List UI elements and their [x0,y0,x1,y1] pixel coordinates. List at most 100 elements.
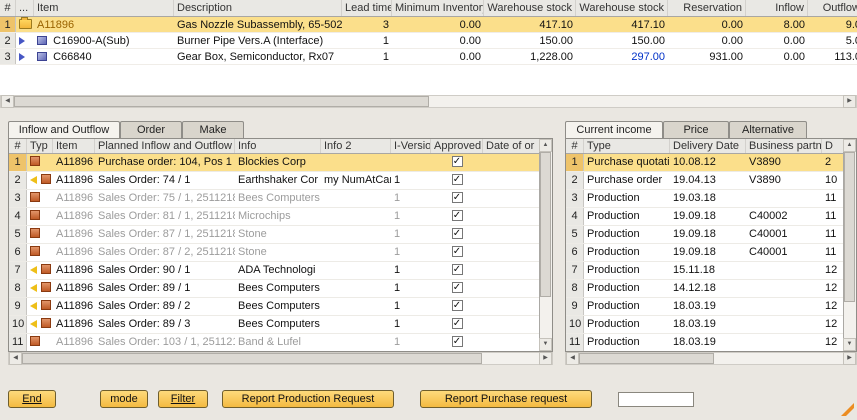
resize-grip-icon[interactable] [840,402,854,416]
inflow-outflow-row[interactable]: 1 A11896 Purchase order: 104, Pos 1 Bloc… [9,154,552,172]
check-icon: ✓ [453,319,462,328]
approved-checkbox[interactable]: ✓ [452,192,463,203]
delivery-date-cell: 19.04.13 [670,172,746,189]
approved-checkbox[interactable]: ✓ [452,174,463,185]
current-income-row[interactable]: 3 Production 19.03.18 11 [566,190,856,208]
scroll-right-button[interactable]: ▶ [843,95,856,108]
item-row[interactable]: 1 A11896 Gas Nozzle Subassembly, 65-5025… [0,17,857,33]
approved-checkbox[interactable]: ✓ [452,210,463,221]
check-icon: ✓ [453,265,462,274]
scroll-down-button[interactable]: ▼ [843,338,856,351]
tab-order[interactable]: Order [120,121,182,138]
current-income-row[interactable]: 9 Production 18.03.19 12 [566,298,856,316]
mode-button[interactable]: mode [100,390,148,408]
inflow-outflow-row[interactable]: 6 A11896 Sales Order: 87 / 2, 2511218 St… [9,244,552,262]
info2-cell [321,298,391,315]
inflow-outflow-row[interactable]: 8 A11896 Sales Order: 89 / 1 Bees Comput… [9,280,552,298]
filter-button[interactable]: Filter [158,390,208,408]
info2-cell [321,244,391,261]
warehouse-stock-cell-2[interactable]: 417.10 [576,17,668,32]
scroll-up-button[interactable]: ▲ [843,139,856,152]
scrollbar-thumb[interactable] [844,152,855,302]
current-income-row[interactable]: 4 Production 19.09.18 C40002 11 [566,208,856,226]
approved-cell: ✓ [431,334,483,351]
approved-checkbox[interactable]: ✓ [452,300,463,311]
items-table-hscrollbar[interactable]: ◀ ▶ [0,95,857,108]
scrollbar-thumb[interactable] [14,96,429,107]
reservation-cell: 0.00 [668,17,746,32]
info2-cell [321,280,391,297]
current-income-table: # Type Delivery Date Business partner D … [565,138,857,352]
tab-alternative[interactable]: Alternative [729,121,807,138]
approved-checkbox[interactable]: ✓ [452,246,463,257]
inflow-outflow-hscrollbar[interactable]: ◀ ▶ [8,352,553,365]
approved-checkbox[interactable]: ✓ [452,228,463,239]
scroll-right-button[interactable]: ▶ [539,352,552,365]
check-icon: ✓ [453,337,462,346]
inflow-outflow-row[interactable]: 10 A11896 Sales Order: 89 / 3 Bees Compu… [9,316,552,334]
approved-checkbox[interactable]: ✓ [452,264,463,275]
footer-input[interactable] [618,392,694,407]
info-cell: Band & Lufel [235,334,321,351]
tab-price[interactable]: Price [663,121,729,138]
current-income-row[interactable]: 8 Production 14.12.18 12 [566,280,856,298]
warehouse-stock-cell-1: 417.10 [484,17,576,32]
inflow-outflow-row[interactable]: 4 A11896 Sales Order: 81 / 1, 2511218 Mi… [9,208,552,226]
item-cell: A11896 [53,172,95,189]
scrollbar-thumb[interactable] [22,353,482,364]
inflow-outflow-row[interactable]: 9 A11896 Sales Order: 89 / 2 Bees Comput… [9,298,552,316]
inflow-outflow-vscrollbar[interactable]: ▲ ▼ [539,139,552,351]
inflow-outflow-row[interactable]: 5 A11896 Sales Order: 87 / 1, 2511218 St… [9,226,552,244]
order-document-icon [41,174,51,184]
planned-cell: Purchase order: 104, Pos 1 [95,154,235,171]
report-production-request-button[interactable]: Report Production Request [222,390,394,408]
current-income-row[interactable]: 5 Production 19.09.18 C40001 11 [566,226,856,244]
tab-make[interactable]: Make [182,121,244,138]
current-income-row[interactable]: 10 Production 18.03.19 12 [566,316,856,334]
date-of-order-cell [483,226,541,243]
scroll-down-button[interactable]: ▼ [539,338,552,351]
warehouse-stock-cell-2[interactable]: 150.00 [576,33,668,48]
warehouse-stock-cell-1: 150.00 [484,33,576,48]
col-lead-time: Lead time [342,0,392,16]
scroll-left-button[interactable]: ◀ [566,352,579,365]
inflow-outflow-row[interactable]: 11 A11896 Sales Order: 103 / 1, 2511218 … [9,334,552,352]
d-cell: 12 [822,334,845,351]
report-purchase-request-label: Report Purchase request [445,393,567,405]
planned-cell: Sales Order: 87 / 2, 2511218 [95,244,235,261]
approved-checkbox[interactable]: ✓ [452,156,463,167]
current-income-row[interactable]: 1 Purchase quotatio 10.08.12 V3890 2 [566,154,856,172]
check-icon: ✓ [453,193,462,202]
item-cell: A11896 [53,298,95,315]
inflow-outflow-row[interactable]: 2 A11896 Sales Order: 74 / 1 Earthshaker… [9,172,552,190]
scrollbar-thumb[interactable] [540,152,551,297]
current-income-hscrollbar[interactable]: ◀ ▶ [565,352,857,365]
approved-checkbox[interactable]: ✓ [452,336,463,347]
warehouse-stock-cell-2[interactable]: 297.00 [576,49,668,64]
tab-current-income[interactable]: Current income [565,121,663,138]
report-purchase-request-button[interactable]: Report Purchase request [420,390,592,408]
item-row[interactable]: 3 C66840 Gear Box, Semiconductor, Rx07 1… [0,49,857,65]
inflow-outflow-row[interactable]: 3 A11896 Sales Order: 75 / 1, 2511218 Be… [9,190,552,208]
current-income-row[interactable]: 11 Production 18.03.19 12 [566,334,856,352]
current-income-row[interactable]: 7 Production 15.11.18 12 [566,262,856,280]
scrollbar-thumb[interactable] [579,353,714,364]
scroll-down-icon: ▼ [844,339,855,350]
approved-checkbox[interactable]: ✓ [452,282,463,293]
approved-checkbox[interactable]: ✓ [452,318,463,329]
tab-inflow-and-outflow[interactable]: Inflow and Outflow [8,121,120,138]
current-income-row[interactable]: 2 Purchase order 19.04.13 V3890 10 [566,172,856,190]
mrp-window: # ... Item Description Lead time Minimum… [0,0,857,420]
item-row[interactable]: 2 C16900-A(Sub) Burner Pipe Vers.A (Inte… [0,33,857,49]
scroll-left-button[interactable]: ◀ [9,352,22,365]
end-button[interactable]: End [8,390,56,408]
col-d: D [822,139,845,153]
row-number: 2 [566,172,584,189]
current-income-row[interactable]: 6 Production 19.09.18 C40001 11 [566,244,856,262]
current-income-vscrollbar[interactable]: ▲ ▼ [843,139,856,351]
scroll-left-button[interactable]: ◀ [1,95,14,108]
info-cell: Stone [235,244,321,261]
inflow-outflow-row[interactable]: 7 A11896 Sales Order: 90 / 1 ADA Technol… [9,262,552,280]
scroll-right-button[interactable]: ▶ [843,352,856,365]
scroll-up-button[interactable]: ▲ [539,139,552,152]
